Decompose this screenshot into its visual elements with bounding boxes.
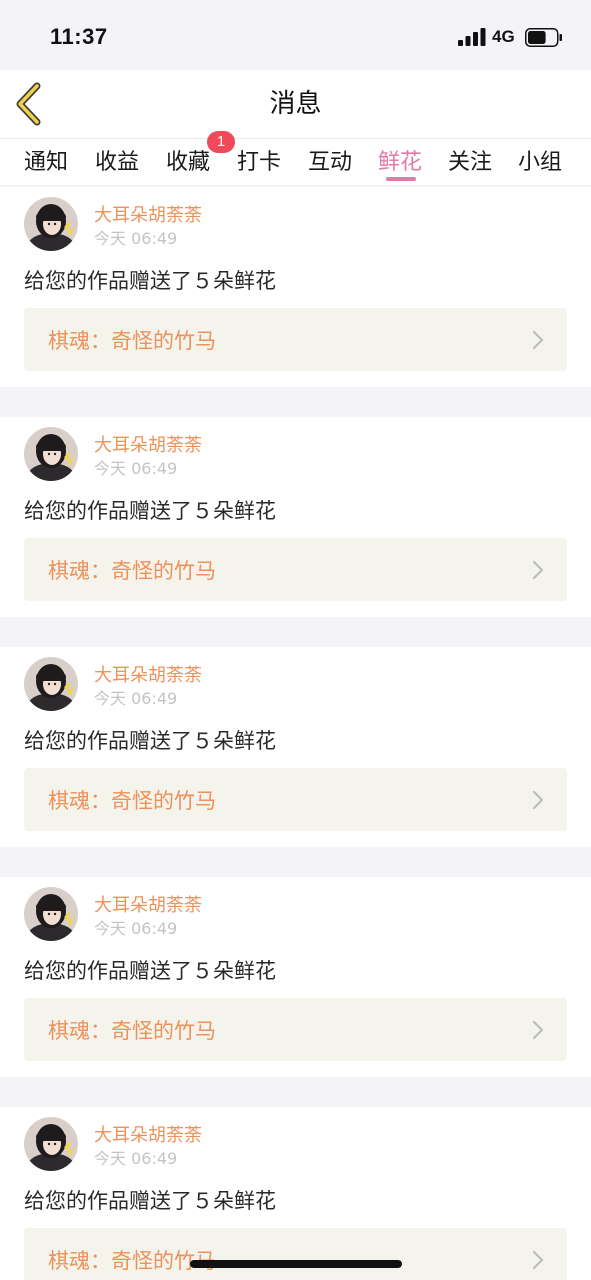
message-card: 大耳朵胡荼荼 今天 06:49 给您的作品赠送了５朵鲜花 棋魂：奇怪的竹马 [0,417,591,617]
message-time: 今天 06:49 [94,919,178,938]
message-card: 大耳朵胡荼荼 今天 06:49 给您的作品赠送了５朵鲜花 棋魂：奇怪的竹马 [0,1107,591,1280]
work-title: 棋魂：奇怪的竹马 [48,559,216,583]
user-name[interactable]: 大耳朵胡荼荼 [94,201,202,227]
nav-bar: 消息 [0,70,591,139]
work-link[interactable]: 棋魂：奇怪的竹马 [24,308,567,371]
message-card: 大耳朵胡荼荼 今天 06:49 给您的作品赠送了５朵鲜花 棋魂：奇怪的竹马 [0,647,591,847]
avatar-image [24,427,78,481]
message-time: 今天 06:49 [94,1149,178,1168]
tab-favorites[interactable]: 收藏 [166,144,210,176]
message-text: 给您的作品赠送了５朵鲜花 [24,729,276,753]
screen: 11:37 4G 消息 通知 收益 收藏 打卡 互动 鲜花 关注 小组 1 大耳… [0,0,591,1280]
message-text: 给您的作品赠送了５朵鲜花 [24,499,276,523]
avatar[interactable] [24,427,78,481]
favorites-badge: 1 [207,131,235,153]
avatar-image [24,657,78,711]
chevron-right-icon [532,330,544,350]
tab-notifications[interactable]: 通知 [24,144,68,176]
message-text: 给您的作品赠送了５朵鲜花 [24,1189,276,1213]
tab-flowers[interactable]: 鲜花 [378,144,422,176]
message-text: 给您的作品赠送了５朵鲜花 [24,959,276,983]
message-text: 给您的作品赠送了５朵鲜花 [24,269,276,293]
work-link[interactable]: 棋魂：奇怪的竹马 [24,538,567,601]
active-tab-indicator [386,177,416,181]
chevron-right-icon [532,1250,544,1270]
work-title: 棋魂：奇怪的竹马 [48,789,216,813]
work-title: 棋魂：奇怪的竹马 [48,1019,216,1043]
tab-earnings[interactable]: 收益 [95,144,139,176]
tab-interactions[interactable]: 互动 [308,144,352,176]
battery-icon [525,28,562,47]
avatar-image [24,887,78,941]
avatar[interactable] [24,1117,78,1171]
battery-fill [528,31,546,44]
avatar[interactable] [24,197,78,251]
tab-following[interactable]: 关注 [448,144,492,176]
message-time: 今天 06:49 [94,459,178,478]
user-name[interactable]: 大耳朵胡荼荼 [94,1121,202,1147]
chevron-right-icon [532,1020,544,1040]
message-card: 大耳朵胡荼荼 今天 06:49 给您的作品赠送了５朵鲜花 棋魂：奇怪的竹马 [0,187,591,387]
work-link[interactable]: 棋魂：奇怪的竹马 [24,1228,567,1280]
user-name[interactable]: 大耳朵胡荼荼 [94,661,202,687]
chevron-right-icon [532,560,544,580]
avatar[interactable] [24,887,78,941]
message-card: 大耳朵胡荼荼 今天 06:49 给您的作品赠送了５朵鲜花 棋魂：奇怪的竹马 [0,877,591,1077]
tab-bar: 通知 收益 收藏 打卡 互动 鲜花 关注 小组 [0,139,591,185]
work-link[interactable]: 棋魂：奇怪的竹马 [24,998,567,1061]
status-bar: 11:37 4G [0,0,591,70]
user-name[interactable]: 大耳朵胡荼荼 [94,891,202,917]
avatar-image [24,1117,78,1171]
chevron-left-icon [16,82,41,126]
chevron-right-icon [532,790,544,810]
message-time: 今天 06:49 [94,229,178,248]
back-button[interactable] [10,80,54,128]
network-label: 4G [492,27,515,46]
tab-groups[interactable]: 小组 [518,144,562,176]
work-title: 棋魂：奇怪的竹马 [48,329,216,353]
home-indicator [190,1260,402,1268]
signal-icon [458,28,486,46]
tab-checkin[interactable]: 打卡 [237,144,281,176]
page-title: 消息 [269,89,322,119]
work-link[interactable]: 棋魂：奇怪的竹马 [24,768,567,831]
message-time: 今天 06:49 [94,689,178,708]
avatar[interactable] [24,657,78,711]
status-time: 11:37 [50,24,108,49]
user-name[interactable]: 大耳朵胡荼荼 [94,431,202,457]
avatar-image [24,197,78,251]
